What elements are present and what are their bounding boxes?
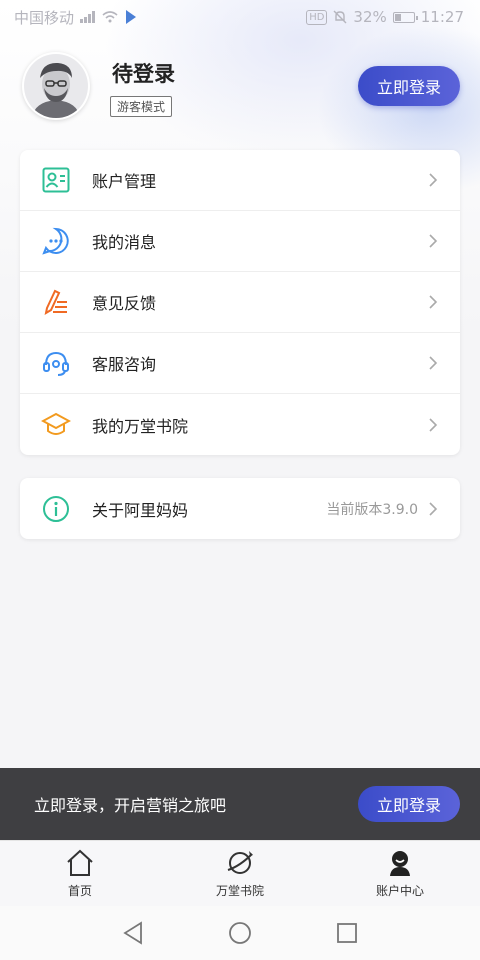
login-prompt-text: 立即登录，开启营销之旅吧 bbox=[34, 796, 227, 815]
menu-card: 账户管理 我的消息 意见反馈 客服咨询 我的万堂书院 bbox=[20, 150, 460, 455]
recents-icon[interactable] bbox=[336, 922, 358, 944]
menu-item-label: 我的万堂书院 bbox=[92, 416, 189, 436]
tab-label: 万堂书院 bbox=[215, 884, 264, 898]
login-button[interactable]: 立即登录 bbox=[358, 66, 460, 106]
tab-account-center[interactable]: 账户中心 bbox=[320, 841, 480, 906]
account-card-icon bbox=[40, 164, 72, 196]
chevron-right-icon bbox=[429, 417, 438, 432]
back-icon[interactable] bbox=[122, 921, 144, 945]
tab-home[interactable]: 首页 bbox=[0, 841, 160, 906]
guest-mode-badge: 游客模式 bbox=[110, 96, 173, 117]
status-bar: 中国移动 HD 32% 11:27 bbox=[0, 0, 480, 34]
signal-icon bbox=[80, 11, 96, 23]
user-icon bbox=[390, 851, 410, 876]
tab-label: 账户中心 bbox=[375, 884, 424, 898]
avatar[interactable] bbox=[22, 52, 90, 120]
about-card: 关于阿里妈妈 当前版本3.9.0 bbox=[20, 478, 460, 539]
info-icon bbox=[40, 493, 72, 525]
menu-item-customer-service[interactable]: 客服咨询 bbox=[20, 333, 460, 394]
clock: 11:27 bbox=[420, 8, 464, 26]
profile-header: 待登录 游客模式 立即登录 bbox=[22, 52, 460, 122]
mute-icon bbox=[333, 10, 347, 24]
graduation-cap-icon bbox=[40, 409, 72, 441]
menu-item-about[interactable]: 关于阿里妈妈 当前版本3.9.0 bbox=[20, 478, 460, 539]
feedback-pen-icon bbox=[40, 286, 72, 318]
banner-login-button[interactable]: 立即登录 bbox=[358, 786, 460, 822]
hd-badge: HD bbox=[306, 9, 328, 25]
chevron-right-icon bbox=[429, 173, 438, 187]
menu-item-label: 我的消息 bbox=[92, 233, 157, 252]
tab-academy[interactable]: 万堂书院 bbox=[160, 841, 320, 906]
menu-item-label: 意见反馈 bbox=[92, 294, 157, 313]
chevron-right-icon bbox=[429, 295, 438, 309]
message-bubble-icon bbox=[40, 225, 72, 257]
chevron-right-icon bbox=[429, 234, 438, 248]
wifi-icon bbox=[102, 11, 118, 23]
battery-percent: 32% bbox=[353, 8, 387, 26]
menu-item-feedback[interactable]: 意见反馈 bbox=[20, 272, 460, 333]
system-nav-bar bbox=[0, 906, 480, 960]
carrier-label: 中国移动 bbox=[14, 8, 75, 27]
home-circle-icon[interactable] bbox=[228, 921, 252, 945]
battery-icon bbox=[392, 11, 418, 23]
menu-item-label: 账户管理 bbox=[92, 172, 157, 191]
menu-item-label: 客服咨询 bbox=[92, 355, 157, 374]
tab-label: 首页 bbox=[67, 884, 92, 898]
menu-item-academy[interactable]: 我的万堂书院 bbox=[20, 394, 460, 455]
profile-name: 待登录 bbox=[112, 62, 175, 86]
headset-icon bbox=[40, 347, 72, 379]
home-icon bbox=[67, 849, 93, 876]
avatar-face-icon bbox=[24, 54, 88, 118]
planet-icon bbox=[227, 851, 253, 874]
chevron-right-icon bbox=[429, 356, 438, 370]
version-text: 当前版本3.9.0 bbox=[326, 501, 418, 518]
menu-item-messages[interactable]: 我的消息 bbox=[20, 211, 460, 272]
login-prompt-banner: 立即登录，开启营销之旅吧 立即登录 bbox=[0, 768, 480, 840]
about-label: 关于阿里妈妈 bbox=[92, 500, 189, 520]
bottom-tab-bar: 首页 万堂书院 账户中心 bbox=[0, 840, 480, 906]
chevron-right-icon bbox=[429, 501, 438, 516]
notification-icon bbox=[126, 10, 137, 24]
menu-item-account[interactable]: 账户管理 bbox=[20, 150, 460, 211]
